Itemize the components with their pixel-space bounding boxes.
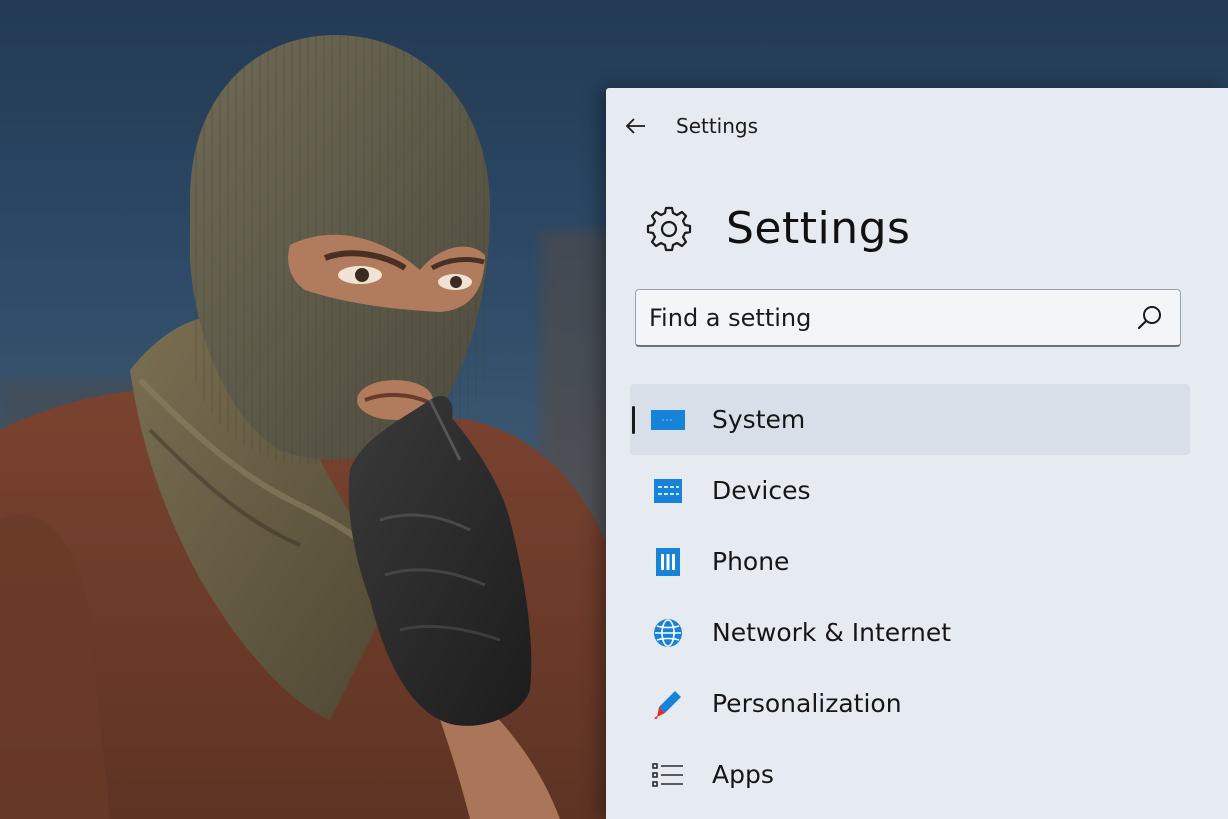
system-icon xyxy=(650,404,686,436)
nav-item-devices[interactable]: Devices xyxy=(630,455,1190,526)
selection-indicator xyxy=(632,406,635,434)
back-arrow-icon xyxy=(625,118,645,134)
nav-item-personalization[interactable]: Personalization xyxy=(630,668,1190,739)
nav-item-network-internet[interactable]: Network & Internet xyxy=(630,597,1190,668)
nav-item-label: Network & Internet xyxy=(712,618,952,647)
search-input[interactable] xyxy=(636,302,1136,333)
nav-item-label: System xyxy=(712,405,806,434)
nav-item-system[interactable]: System xyxy=(630,384,1190,455)
page-title: Settings xyxy=(726,202,911,254)
nav-item-phone[interactable]: Phone xyxy=(630,526,1190,597)
settings-window: Settings Settings Find a setting System … xyxy=(606,88,1228,819)
page-header: Settings xyxy=(644,198,910,258)
apps-list-icon xyxy=(650,759,686,791)
screenshot-scene: Settings Settings Find a setting System … xyxy=(0,0,1228,819)
title-bar: Settings xyxy=(606,88,1228,164)
nav-item-label: Devices xyxy=(712,476,811,505)
nav-item-label: Apps xyxy=(712,760,774,789)
back-button[interactable] xyxy=(620,110,652,142)
window-title: Settings xyxy=(676,114,759,138)
nav-item-label: Phone xyxy=(712,547,790,576)
nav-item-apps[interactable]: Apps xyxy=(630,739,1190,810)
masked-person-illustration xyxy=(0,35,660,819)
pen-icon xyxy=(650,688,686,720)
devices-icon xyxy=(650,475,686,507)
search-icon[interactable] xyxy=(1136,304,1164,332)
nav-item-label: Personalization xyxy=(712,689,902,718)
settings-category-list: System Devices Phone Network & Internet … xyxy=(630,384,1190,810)
globe-icon xyxy=(650,617,686,649)
gear-icon xyxy=(646,206,692,252)
phone-icon xyxy=(650,546,686,578)
search-box[interactable] xyxy=(635,289,1181,347)
